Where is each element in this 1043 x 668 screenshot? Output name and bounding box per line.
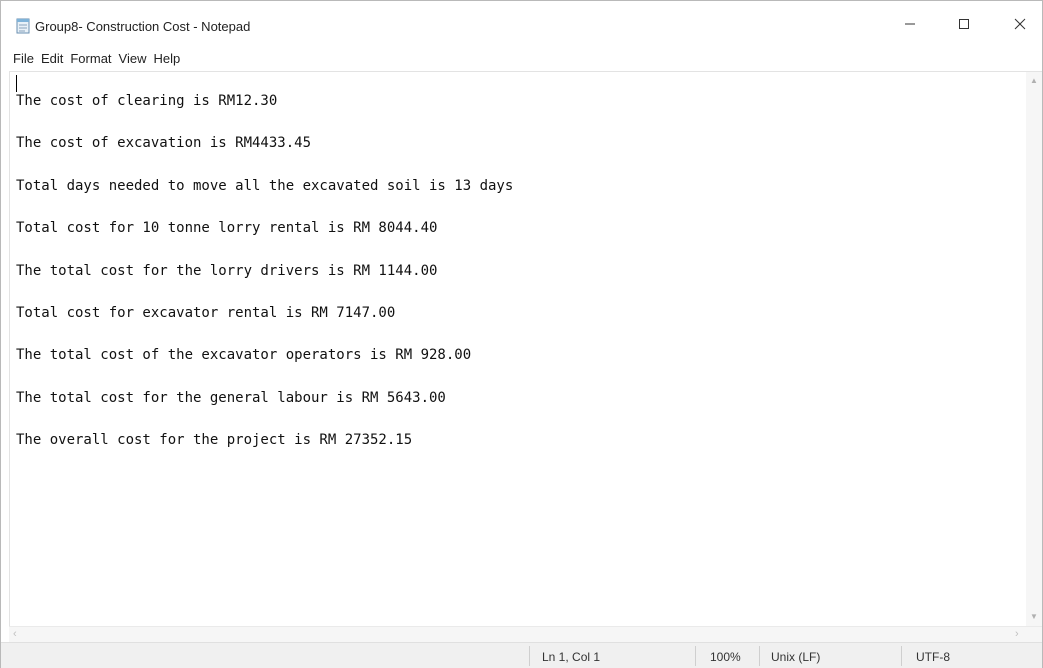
text-line: The cost of clearing is RM12.30 bbox=[16, 93, 278, 109]
scroll-down-arrow-icon[interactable]: ▼ bbox=[1030, 612, 1038, 621]
text-line: The overall cost for the project is RM 2… bbox=[16, 432, 413, 449]
minimize-button[interactable] bbox=[887, 11, 933, 41]
status-divider bbox=[759, 646, 760, 666]
menu-format[interactable]: Format bbox=[70, 49, 111, 68]
menu-view[interactable]: View bbox=[119, 49, 147, 68]
window-title: Group8- Construction Cost - Notepad bbox=[35, 19, 251, 34]
title-bar[interactable]: Group8- Construction Cost - Notepad bbox=[1, 1, 1042, 45]
vertical-scrollbar[interactable]: ▲ ▼ bbox=[1026, 72, 1042, 627]
status-divider bbox=[695, 646, 696, 666]
maximize-icon bbox=[958, 17, 970, 35]
text-line: Total days needed to move all the excava… bbox=[16, 177, 514, 194]
notepad-window: Group8- Construction Cost - Notepad File… bbox=[0, 0, 1043, 668]
cursor-position: Ln 1, Col 1 bbox=[542, 650, 601, 664]
editor-content[interactable]: The cost of clearing is RM12.30 The cost… bbox=[16, 92, 1016, 474]
text-caret bbox=[16, 75, 17, 92]
text-line: Total cost for excavator rental is RM 71… bbox=[16, 304, 396, 321]
text-line: The total cost for the lorry drivers is … bbox=[16, 262, 438, 279]
scroll-right-arrow-icon[interactable]: › bbox=[1015, 628, 1019, 640]
text-line: The cost of excavation is RM4433.45 bbox=[16, 135, 312, 152]
horizontal-scrollbar[interactable]: ‹ › bbox=[9, 626, 1042, 642]
minimize-icon bbox=[904, 17, 916, 35]
text-line: The total cost for the general labour is… bbox=[16, 389, 446, 406]
status-divider bbox=[901, 646, 902, 666]
line-ending: Unix (LF) bbox=[771, 650, 821, 664]
menu-edit[interactable]: Edit bbox=[41, 49, 63, 68]
close-icon bbox=[1014, 17, 1026, 35]
scroll-left-arrow-icon[interactable]: ‹ bbox=[13, 628, 17, 640]
text-line: Total cost for 10 tonne lorry rental is … bbox=[16, 220, 438, 237]
menu-help[interactable]: Help bbox=[153, 49, 180, 68]
close-button[interactable] bbox=[997, 11, 1043, 41]
encoding: UTF-8 bbox=[916, 650, 950, 664]
maximize-button[interactable] bbox=[941, 11, 987, 41]
menu-bar: File Edit Format View Help bbox=[1, 45, 1042, 71]
text-line: The total cost of the excavator operator… bbox=[16, 347, 472, 364]
status-bar: Ln 1, Col 1 100% Unix (LF) UTF-8 bbox=[1, 642, 1042, 668]
notepad-icon bbox=[15, 18, 31, 34]
scroll-up-arrow-icon[interactable]: ▲ bbox=[1030, 76, 1038, 85]
zoom-level: 100% bbox=[710, 650, 741, 664]
text-editor[interactable]: The cost of clearing is RM12.30 The cost… bbox=[9, 71, 1042, 627]
menu-file[interactable]: File bbox=[13, 49, 34, 68]
status-divider bbox=[529, 646, 530, 666]
